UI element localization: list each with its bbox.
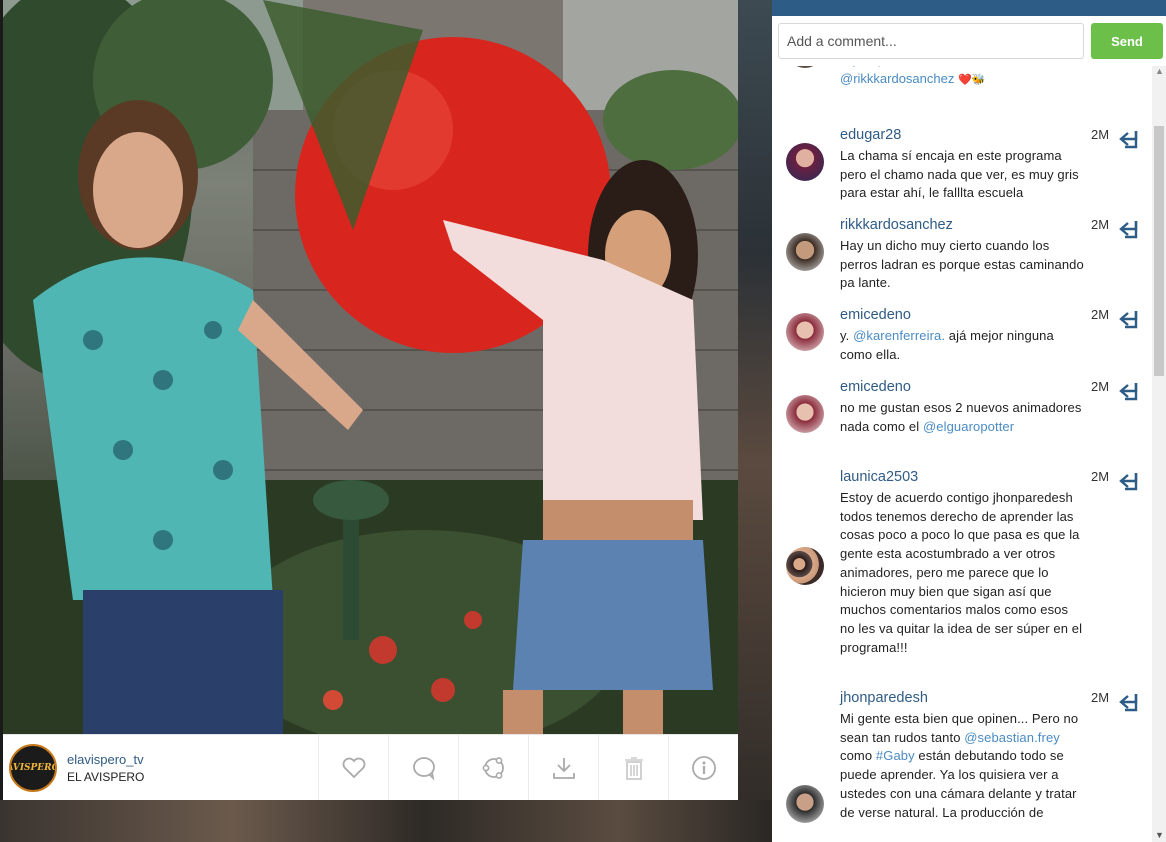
author-handle[interactable]: elavispero_tv (67, 752, 144, 767)
panel-header-bar (772, 0, 1166, 16)
comment-item: launica2503 2M Estoy de acuerdo contigo … (772, 469, 1152, 681)
reply-icon[interactable] (1118, 217, 1144, 241)
comment-item: emicedeno 2M y. @karenferreira. ajá mejo… (772, 307, 1152, 369)
comment-icon (412, 756, 435, 781)
hashtag-link[interactable]: #Gaby (876, 748, 915, 763)
download-button[interactable] (528, 735, 598, 800)
scroll-down-icon[interactable]: ▼ (1155, 830, 1164, 840)
comment-time: 2M (1091, 690, 1110, 705)
like-button[interactable] (318, 735, 388, 800)
delete-button[interactable] (598, 735, 668, 800)
comment-item: edugar28 2M La chama sí encaja en este p… (772, 127, 1152, 207)
comments-scrollbar[interactable]: ▲ ▼ (1152, 66, 1166, 842)
emoji-text: ❤️🐝 (957, 74, 986, 86)
background-page-bottom (0, 800, 772, 842)
reply-icon[interactable] (1118, 690, 1144, 714)
user-avatar[interactable] (786, 313, 824, 351)
comment-text: La chama sí encaja en este programa pero… (840, 148, 1079, 201)
like-icon (342, 757, 365, 778)
comment-button[interactable] (388, 735, 458, 800)
comment-text: Estoy de acuerdo contigo jhonparedesh to… (840, 490, 1083, 655)
comment-input[interactable] (778, 23, 1084, 59)
comment-text: no me gustan esos 2 nuevos animadores na… (840, 400, 1082, 434)
comment-time: 2M (1091, 469, 1110, 484)
comment-text: y. @karenferreira. ajá mejor ninguna com… (840, 328, 1054, 362)
reply-icon[interactable] (1118, 127, 1144, 151)
user-avatar[interactable] (786, 785, 824, 823)
user-avatar[interactable] (786, 395, 824, 433)
post-footer: AVISPERO elavispero_tv EL AVISPERO (3, 734, 738, 800)
comment-item: emicedeno 2M no me gustan esos 2 nuevos … (772, 379, 1152, 459)
user-avatar[interactable] (786, 547, 824, 585)
user-avatar[interactable] (786, 143, 824, 181)
comment-item: jhonparedesh 2M Mi gente esta bien que o… (772, 690, 1152, 842)
mention-link[interactable]: @elguaropotter (923, 419, 1014, 434)
comment-time: 2M (1091, 307, 1110, 322)
comment-text: Mi gente esta bien que opinen... Pero no… (840, 711, 1079, 820)
mention-link[interactable]: @karenferreira. (853, 328, 945, 343)
comment-item: rikkkardosanchez 2M Hay un dicho muy cie… (772, 217, 1152, 297)
comment-time: 2M (1091, 379, 1110, 394)
scroll-thumb[interactable] (1154, 126, 1164, 376)
background-page-strip (738, 0, 772, 842)
comments-list: @jhonparedesh @launica2503 @rikkkardosan… (772, 56, 1152, 842)
comments-panel: Send @jhonparedesh @launica2503 @rikkkar… (772, 0, 1166, 842)
mention-link[interactable]: @rikkkardosanchez (840, 71, 954, 86)
app-window: AVISPERO elavispero_tv EL AVISPERO Add a… (0, 0, 1166, 842)
comment-username[interactable]: emicedeno (840, 307, 911, 323)
info-button[interactable] (668, 735, 738, 800)
comment-username[interactable]: emicedeno (840, 379, 911, 395)
comment-username[interactable]: rikkkardosanchez (840, 217, 953, 233)
author-name: EL AVISPERO (67, 769, 145, 784)
download-icon (552, 757, 575, 779)
comment-time: 2M (1091, 217, 1110, 232)
user-avatar[interactable] (786, 233, 824, 271)
send-button[interactable]: Send (1091, 23, 1163, 59)
post-author[interactable]: AVISPERO elavispero_tv EL AVISPERO (3, 735, 318, 800)
post-photo (3, 0, 738, 734)
reply-icon[interactable] (1118, 379, 1144, 403)
delete-icon (624, 756, 643, 780)
reply-icon[interactable] (1118, 469, 1144, 493)
scroll-up-icon[interactable]: ▲ (1155, 66, 1164, 76)
comment-username[interactable]: edugar28 (840, 127, 901, 143)
comment-time: 2M (1091, 127, 1110, 142)
author-avatar[interactable]: AVISPERO (9, 743, 57, 792)
info-icon (691, 755, 716, 780)
comment-text: Hay un dicho muy cierto cuando los perro… (840, 238, 1084, 291)
reply-icon[interactable] (1118, 307, 1144, 331)
comment-form: Send (772, 16, 1166, 66)
mention-link[interactable]: @sebastian.frey (964, 730, 1060, 745)
share-button[interactable] (458, 735, 528, 800)
share-icon (482, 756, 504, 779)
comment-username[interactable]: launica2503 (840, 469, 918, 485)
comment-username[interactable]: jhonparedesh (840, 690, 928, 706)
